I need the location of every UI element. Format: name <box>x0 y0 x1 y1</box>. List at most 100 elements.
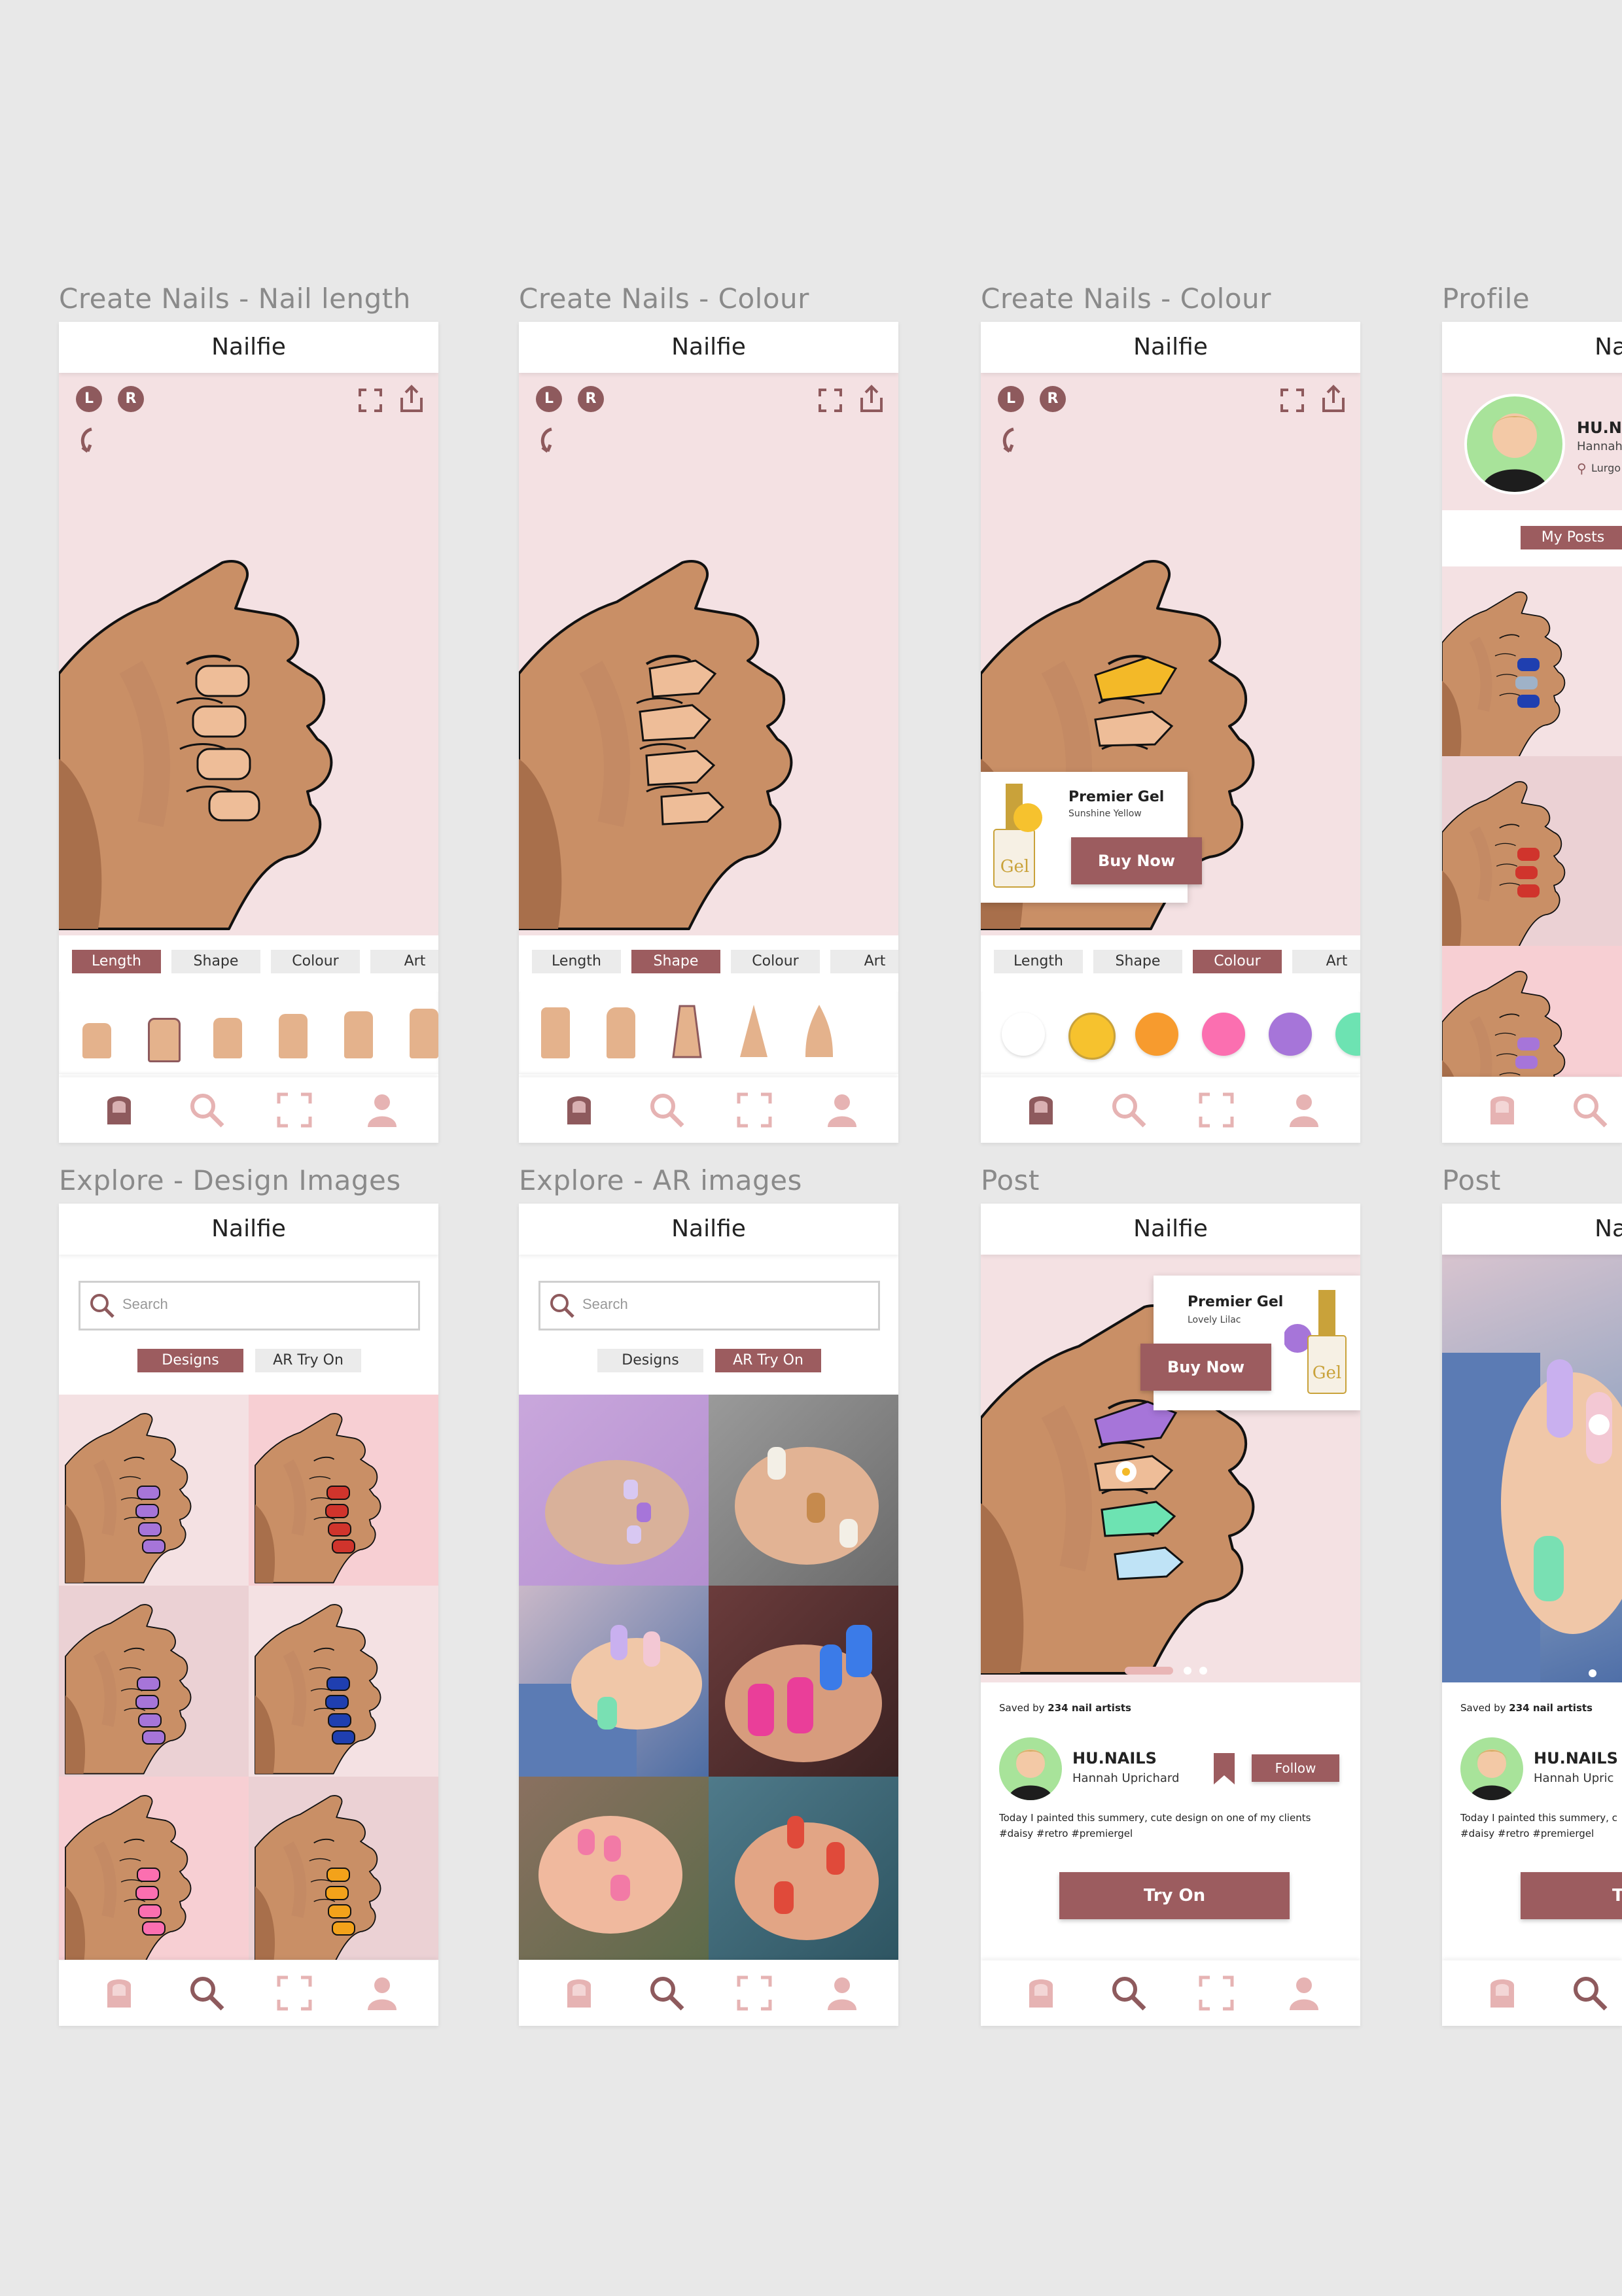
profile-post-1[interactable] <box>1442 566 1622 756</box>
tab-length[interactable]: Length <box>994 950 1083 973</box>
search-nav-icon[interactable] <box>1570 1974 1610 2013</box>
right-hand-button[interactable]: R <box>578 386 604 412</box>
bookmark-icon[interactable] <box>1211 1752 1237 1786</box>
nail-nav-icon[interactable] <box>99 1974 139 2013</box>
scan-nav-icon[interactable] <box>1197 1090 1236 1130</box>
profile-nav-icon[interactable] <box>362 1974 402 2013</box>
carousel-dot[interactable] <box>1199 1667 1207 1675</box>
nail-nav-icon[interactable] <box>559 1974 599 2013</box>
buy-now-button[interactable]: Buy Now <box>1071 837 1202 884</box>
follow-button[interactable]: Follow <box>1252 1754 1339 1782</box>
profile-nav-icon[interactable] <box>362 1090 402 1130</box>
shape-option-squoval[interactable] <box>607 1007 635 1058</box>
avatar[interactable] <box>1460 1737 1523 1800</box>
colour-swatch[interactable] <box>1068 1013 1116 1060</box>
buy-now-button[interactable]: Buy Now <box>1140 1344 1271 1391</box>
profile-post-2[interactable] <box>1442 756 1622 946</box>
avatar[interactable] <box>1464 394 1565 495</box>
profile-nav-icon[interactable] <box>822 1090 862 1130</box>
nail-nav-icon[interactable] <box>1021 1974 1061 2013</box>
design-thumbnail-cell[interactable] <box>59 1395 249 1586</box>
share-icon[interactable] <box>1320 385 1347 413</box>
tab-my-posts[interactable]: My Posts <box>1521 526 1622 549</box>
ar-photo[interactable] <box>519 1395 709 1586</box>
search-nav-icon[interactable] <box>1109 1974 1148 2013</box>
search-nav-icon[interactable] <box>187 1090 226 1130</box>
tab-colour[interactable]: Colour <box>1193 950 1282 973</box>
search-input[interactable]: Search <box>79 1281 420 1331</box>
search-nav-icon[interactable] <box>187 1974 226 2013</box>
rotate-icon[interactable] <box>536 425 562 458</box>
tab-art[interactable]: Art <box>830 950 898 973</box>
tab-shape[interactable]: Shape <box>1093 950 1182 973</box>
left-hand-button[interactable]: L <box>536 386 562 412</box>
fullscreen-icon[interactable] <box>1279 387 1305 413</box>
profile-post-3[interactable] <box>1442 946 1622 1077</box>
scan-nav-icon[interactable] <box>275 1974 314 2013</box>
tab-designs[interactable]: Designs <box>597 1349 703 1372</box>
ar-photo[interactable] <box>709 1777 898 1960</box>
left-hand-button[interactable]: L <box>998 386 1024 412</box>
length-option-6[interactable] <box>410 1009 438 1058</box>
colour-swatch[interactable] <box>1269 1013 1312 1056</box>
share-icon[interactable] <box>858 385 885 413</box>
design-thumbnail-cell[interactable] <box>249 1395 438 1586</box>
scan-nav-icon[interactable] <box>1197 1974 1236 2013</box>
shape-option-stiletto[interactable] <box>737 1003 770 1060</box>
search-nav-icon[interactable] <box>647 1090 686 1130</box>
nail-nav-icon[interactable] <box>559 1090 599 1130</box>
search-nav-icon[interactable] <box>1109 1090 1148 1130</box>
colour-swatch[interactable] <box>1335 1013 1360 1056</box>
colour-swatch[interactable] <box>1002 1013 1045 1056</box>
tab-length[interactable]: Length <box>72 950 161 973</box>
colour-swatch[interactable] <box>1135 1013 1178 1056</box>
profile-nav-icon[interactable] <box>1284 1090 1324 1130</box>
tab-ar-try-on[interactable]: AR Try On <box>715 1349 821 1372</box>
search-input[interactable]: Search <box>538 1281 880 1331</box>
tab-art[interactable]: Art <box>370 950 438 973</box>
length-option-4[interactable] <box>279 1014 308 1058</box>
tab-art[interactable]: Art <box>1292 950 1360 973</box>
length-option-1[interactable] <box>82 1023 111 1058</box>
length-option-3[interactable] <box>213 1018 242 1058</box>
carousel-dot[interactable] <box>1184 1667 1191 1675</box>
length-option-5[interactable] <box>344 1011 373 1058</box>
tab-length[interactable]: Length <box>532 950 621 973</box>
shape-option-square[interactable] <box>541 1007 570 1058</box>
shape-option-coffin[interactable] <box>671 1003 703 1060</box>
rotate-icon[interactable] <box>998 425 1024 458</box>
avatar[interactable] <box>999 1737 1062 1800</box>
fullscreen-icon[interactable] <box>817 387 843 413</box>
tab-shape[interactable]: Shape <box>171 950 260 973</box>
profile-nav-icon[interactable] <box>1284 1974 1324 2013</box>
search-nav-icon[interactable] <box>1570 1090 1610 1130</box>
ar-photo[interactable] <box>519 1777 709 1960</box>
tab-colour[interactable]: Colour <box>271 950 360 973</box>
right-hand-button[interactable]: R <box>1040 386 1066 412</box>
rotate-icon[interactable] <box>76 425 102 458</box>
fullscreen-icon[interactable] <box>357 387 383 413</box>
tab-shape[interactable]: Shape <box>631 950 720 973</box>
search-nav-icon[interactable] <box>647 1974 686 2013</box>
scan-nav-icon[interactable] <box>735 1090 774 1130</box>
right-hand-button[interactable]: R <box>118 386 144 412</box>
ar-photo[interactable] <box>709 1586 898 1777</box>
nail-nav-icon[interactable] <box>1021 1090 1061 1130</box>
design-thumbnail-cell[interactable] <box>59 1586 249 1777</box>
design-thumbnail-cell[interactable] <box>59 1777 249 1960</box>
try-on-button[interactable]: Tr <box>1521 1872 1622 1919</box>
tab-designs[interactable]: Designs <box>137 1349 243 1372</box>
try-on-button[interactable]: Try On <box>1059 1872 1290 1919</box>
share-icon[interactable] <box>398 385 425 413</box>
nail-nav-icon[interactable] <box>99 1090 139 1130</box>
colour-swatch[interactable] <box>1202 1013 1245 1056</box>
design-thumbnail-cell[interactable] <box>249 1586 438 1777</box>
ar-photo[interactable] <box>519 1586 709 1777</box>
tab-colour[interactable]: Colour <box>731 950 820 973</box>
nail-nav-icon[interactable] <box>1483 1090 1522 1130</box>
scan-nav-icon[interactable] <box>735 1974 774 2013</box>
scan-nav-icon[interactable] <box>275 1090 314 1130</box>
length-option-2[interactable] <box>148 1018 181 1062</box>
tab-ar-try-on[interactable]: AR Try On <box>255 1349 361 1372</box>
left-hand-button[interactable]: L <box>76 386 102 412</box>
